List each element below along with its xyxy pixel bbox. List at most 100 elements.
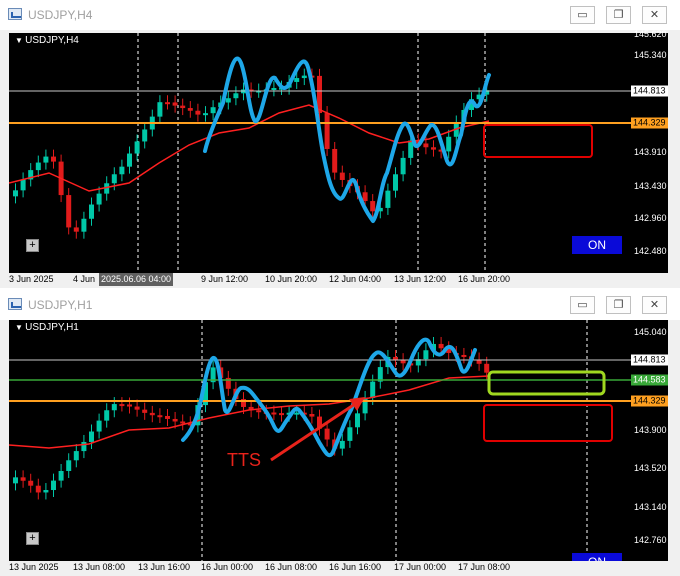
candle-body [180, 421, 186, 424]
candle-body [149, 412, 155, 416]
price-tick: 142.760 [634, 535, 667, 545]
green-level-price-tag: 144.583 [631, 374, 668, 386]
chart-window-h1[interactable]: USDJPY,H1 ▭ ❐ ✕ USDJPY,H1 TTS + ON 145.0… [0, 290, 680, 576]
time-tick: 17 Jun 00:00 [394, 562, 447, 572]
candle-body [172, 102, 178, 106]
candle-body [400, 157, 406, 175]
current-price-tag: 144.813 [631, 85, 668, 97]
chart-window-h4[interactable]: USDJPY,H4 ▭ ❐ ✕ USDJPY,H4 + ON 145.620 1… [0, 0, 680, 288]
candle-body [347, 427, 353, 441]
crosshair-time-label: 2025.06.06 04:00 [99, 273, 174, 286]
candle-body [370, 381, 376, 398]
price-chart-svg [9, 33, 631, 273]
minimize-button[interactable]: ▭ [570, 6, 595, 24]
time-tick: 12 Jun 04:00 [329, 274, 382, 284]
time-tick: 16 Jun 20:00 [458, 274, 511, 284]
candle-body [157, 415, 163, 418]
candle-body [96, 420, 102, 432]
time-tick: 4 Jun [73, 274, 96, 284]
time-tick: 16 Jun 08:00 [265, 562, 318, 572]
candle-body [203, 113, 208, 116]
candle-body [142, 409, 148, 413]
symbol-label: USDJPY,H4 [15, 35, 79, 46]
title-bar[interactable]: USDJPY,H1 ▭ ❐ ✕ [0, 290, 680, 320]
candle-body [28, 480, 34, 486]
candle-body [423, 143, 429, 148]
annotation-label: TTS [227, 450, 261, 470]
candle-body [20, 179, 26, 191]
price-tick: 142.960 [634, 213, 667, 223]
price-chart-area[interactable]: USDJPY,H4 + ON 145.620 145.340 144.813 1… [9, 29, 668, 273]
price-tick: 143.140 [634, 502, 667, 512]
title-bar[interactable]: USDJPY,H4 ▭ ❐ ✕ [0, 0, 680, 30]
candle-body [195, 110, 201, 115]
candle-body [339, 172, 345, 180]
candle-body [81, 441, 87, 452]
time-tick: 16 Jun 16:00 [329, 562, 382, 572]
candle-body [355, 413, 360, 428]
time-tick: 17 Jun 08:00 [458, 562, 511, 572]
time-tick: 3 Jun 2025 [9, 274, 54, 284]
restore-button[interactable]: ❐ [606, 6, 631, 24]
candle-body [89, 431, 94, 442]
time-tick: 13 Jun 16:00 [138, 562, 191, 572]
time-tick: 13 Jun 2025 [9, 562, 59, 572]
candle-body [180, 105, 186, 109]
candle-body [35, 485, 41, 493]
minimize-button[interactable]: ▭ [570, 296, 595, 314]
chart-window-icon [8, 298, 22, 310]
candle-body [370, 201, 376, 212]
candle-body [324, 113, 330, 149]
candle-body [96, 193, 102, 205]
close-button[interactable]: ✕ [642, 296, 667, 314]
level-price-tag: 144.329 [631, 117, 668, 129]
on-badge[interactable]: ON [572, 236, 622, 254]
window-title: USDJPY,H4 [28, 8, 93, 22]
candle-body [279, 413, 284, 416]
expand-icon[interactable]: + [26, 239, 39, 252]
candle-body [187, 108, 193, 111]
close-button[interactable]: ✕ [642, 6, 667, 24]
candle-body [134, 141, 140, 154]
time-axis[interactable]: 13 Jun 2025 13 Jun 08:00 13 Jun 16:00 16… [9, 561, 668, 575]
time-axis[interactable]: 3 Jun 2025 4 Jun 2025.06.06 04:00 9 Jun … [9, 273, 668, 287]
candle-body [271, 88, 277, 91]
target-zone-box[interactable] [483, 124, 593, 158]
target-zone-box[interactable] [483, 404, 613, 442]
price-chart-svg [9, 320, 631, 561]
price-tick: 145.340 [634, 50, 667, 60]
candle-body [165, 102, 170, 105]
candle-body [309, 414, 315, 417]
candle-body [294, 78, 300, 82]
candle-body [127, 153, 132, 167]
price-axis[interactable]: 145.040 144.813 144.583 144.329 143.900 … [631, 320, 668, 561]
candle-body [393, 174, 398, 191]
candle-body [225, 98, 231, 103]
candle-body [43, 156, 49, 163]
price-tick: 142.480 [634, 246, 667, 256]
candle-body [461, 354, 467, 357]
price-axis[interactable]: 145.620 145.340 144.813 144.329 143.910 … [631, 29, 668, 273]
expand-icon[interactable]: + [26, 532, 39, 545]
restore-button[interactable]: ❐ [606, 296, 631, 314]
candle-body [20, 477, 26, 481]
candle-body [51, 156, 56, 162]
candle-body [104, 410, 110, 421]
candle-body [484, 363, 490, 373]
candle-body [362, 192, 368, 202]
candle-body [66, 195, 72, 228]
candle-body [51, 480, 56, 491]
candle-body [13, 477, 18, 484]
time-tick: 9 Jun 12:00 [201, 274, 249, 284]
candle-body [142, 129, 148, 142]
candle-body [58, 471, 64, 481]
price-chart-area[interactable]: USDJPY,H1 TTS + ON 145.040 144.813 144.5… [9, 320, 668, 571]
candle-body [172, 418, 178, 422]
price-tick: 145.040 [634, 327, 667, 337]
candle-body [324, 428, 330, 440]
price-tick: 143.900 [634, 425, 667, 435]
candle-body [35, 162, 41, 171]
candle-body [81, 218, 87, 232]
window-title: USDJPY,H1 [28, 298, 93, 312]
candle-body [423, 350, 429, 360]
